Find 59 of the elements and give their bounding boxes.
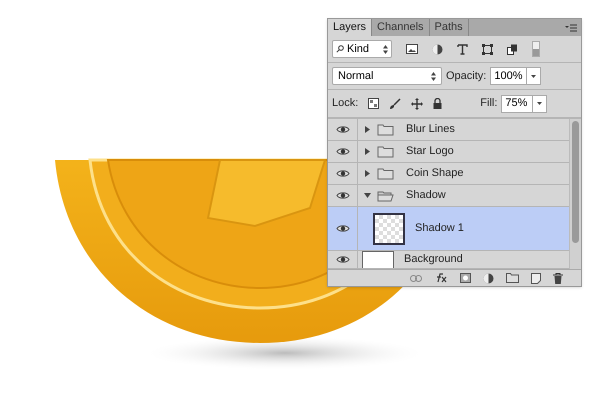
layer-row[interactable]: Blur Lines [328,119,569,141]
new-layer-icon[interactable] [531,272,541,284]
spinner-arrows-icon [383,44,388,54]
eye-icon[interactable] [336,191,350,200]
shape-filter-icon[interactable] [482,44,493,54]
eye-icon[interactable] [336,147,350,156]
layer-name: Star Logo [406,144,454,160]
layer-row[interactable]: Coin Shape [328,163,569,185]
mask-icon[interactable] [460,273,471,283]
layer-row[interactable]: Star Logo [328,141,569,163]
filter-select[interactable]: Kind [332,40,392,58]
eye-icon[interactable] [336,169,350,178]
eye-icon[interactable] [336,224,350,233]
folder-icon [377,124,394,136]
layer-name: Blur Lines [406,122,455,138]
opacity-field[interactable]: 100% [490,67,540,85]
lock-transparent-pixels-icon[interactable] [368,98,380,109]
lock-label: Lock: [332,96,358,112]
layer-row[interactable]: Shadow 1 [328,207,569,251]
panel-tab[interactable]: Layers [328,19,372,36]
adjustment-filter-icon[interactable] [432,44,443,54]
folder-icon[interactable] [506,273,519,283]
type-filter-icon[interactable] [457,44,468,54]
layer-row[interactable]: Background [328,251,569,269]
layer-thumbnail [362,251,394,268]
layer-name: Coin Shape [406,166,464,182]
scrollbar-thumb[interactable] [572,121,579,243]
image-filter-icon[interactable] [406,44,418,54]
search-icon [336,45,344,53]
blend-mode-select[interactable]: Normal [332,67,442,85]
fill-field[interactable]: 75% [501,94,548,112]
opacity-label: Opacity: [446,68,486,84]
filter-toggle-icon[interactable] [532,41,540,57]
layer-name: Shadow 1 [415,221,464,236]
disclosure-triangle-icon[interactable] [364,192,371,199]
open-folder-icon [377,190,394,202]
move-icon[interactable] [411,98,424,110]
layer-row[interactable]: Shadow [328,185,569,207]
panel-menu-icon[interactable] [565,24,577,32]
folder-icon [377,168,394,180]
smart-object-filter-icon[interactable] [507,44,518,54]
dropdown-arrow-icon[interactable] [537,102,542,105]
adjustment-layer-icon[interactable] [483,272,494,284]
spinner-arrows-icon [431,72,436,80]
fill-label: Fill: [480,96,498,112]
layer-name: Shadow [406,188,446,204]
disclosure-triangle-icon[interactable] [364,148,371,155]
dropdown-arrow-icon[interactable] [530,74,536,78]
lock-icon[interactable] [433,98,442,109]
eye-icon[interactable] [336,125,350,134]
eye-icon[interactable] [336,255,350,264]
disclosure-triangle-icon[interactable] [364,170,371,177]
fx-icon[interactable] [434,273,448,283]
disclosure-triangle-icon[interactable] [364,126,371,133]
layer-name: Background [404,252,463,267]
brush-icon[interactable] [389,98,402,110]
transparent-thumbnail [373,212,405,244]
folder-icon [377,146,394,158]
trash-icon[interactable] [553,272,563,284]
